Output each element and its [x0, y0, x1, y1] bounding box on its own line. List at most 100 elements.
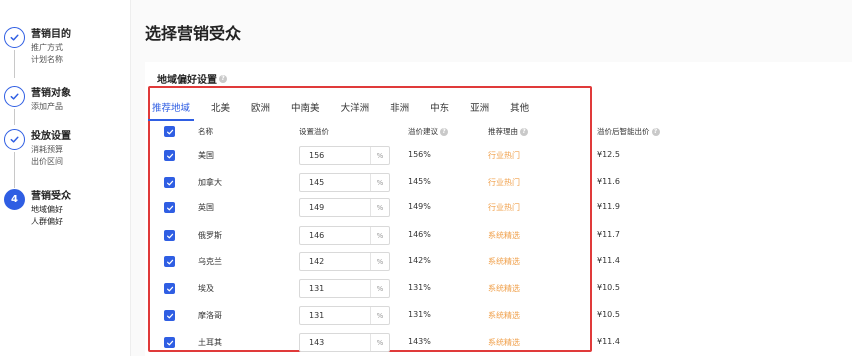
step-sub: 地域偏好 — [31, 205, 63, 214]
step-3[interactable]: 投放设置 消耗预算 出价区间 — [4, 129, 71, 168]
premium-value: 131 — [309, 284, 325, 293]
reason-text: 系统精选 — [488, 284, 520, 293]
step-sub: 计划名称 — [31, 55, 63, 64]
tab-0[interactable]: 推荐地域 — [147, 100, 195, 121]
step-4[interactable]: 4 营销受众 地域偏好 人群偏好 — [4, 189, 71, 228]
suggest-value: 142% — [408, 256, 431, 265]
percent-unit: % — [370, 334, 389, 351]
premium-value: 149 — [309, 203, 325, 212]
row-checkbox[interactable] — [164, 230, 175, 241]
header-suggest: 溢价建议? — [408, 126, 448, 137]
tab-8[interactable]: 其他 — [510, 100, 529, 121]
premium-input[interactable]: 143% — [299, 333, 390, 352]
tab-6[interactable]: 中东 — [430, 100, 449, 121]
suggest-value: 149% — [408, 202, 431, 211]
header-price: 溢价后智能出价? — [597, 126, 660, 137]
header-reason-text: 推荐理由 — [488, 127, 518, 136]
step-sub: 添加产品 — [31, 102, 63, 111]
suggest-value: 145% — [408, 177, 431, 186]
percent-unit: % — [370, 147, 389, 164]
percent-unit: % — [370, 227, 389, 244]
tab-1[interactable]: 北美 — [211, 100, 230, 121]
section-title: 地域偏好设置 ? — [157, 71, 227, 86]
percent-unit: % — [370, 174, 389, 191]
premium-input[interactable]: 131% — [299, 279, 390, 298]
row-checkbox[interactable] — [164, 202, 175, 213]
reason-text: 行业热门 — [488, 203, 520, 212]
region-name: 美国 — [198, 151, 214, 160]
check-icon — [4, 86, 25, 107]
header-name: 名称 — [198, 127, 213, 136]
suggest-value: 146% — [408, 230, 431, 239]
tab-7[interactable]: 亚洲 — [470, 100, 489, 121]
check-icon — [4, 129, 25, 150]
header-suggest-text: 溢价建议 — [408, 127, 438, 136]
row-checkbox[interactable] — [164, 283, 175, 294]
premium-value: 145 — [309, 178, 325, 187]
region-name: 加拿大 — [198, 178, 222, 187]
tab-3[interactable]: 中南美 — [291, 100, 320, 121]
step-sidebar: 营销目的 推广方式 计划名称 营销对象 添加产品 投放设置 消耗预算 出价区间 … — [0, 0, 130, 356]
tab-4[interactable]: 大洋洲 — [341, 100, 370, 121]
reason-text: 行业热门 — [488, 178, 520, 187]
row-checkbox[interactable] — [164, 177, 175, 188]
smart-price: ¥11.9 — [597, 202, 620, 211]
reason-text: 系统精选 — [488, 231, 520, 240]
row-checkbox[interactable] — [164, 256, 175, 267]
premium-value: 156 — [309, 151, 325, 160]
smart-price: ¥11.4 — [597, 256, 620, 265]
premium-value: 146 — [309, 231, 325, 240]
row-checkbox[interactable] — [164, 150, 175, 161]
region-name: 乌克兰 — [198, 257, 222, 266]
region-name: 英国 — [198, 203, 214, 212]
percent-unit: % — [370, 280, 389, 297]
page-title: 选择营销受众 — [145, 24, 242, 43]
region-name: 埃及 — [198, 284, 214, 293]
reason-text: 行业热门 — [488, 151, 520, 160]
step-sub: 出价区间 — [31, 157, 63, 166]
step-2[interactable]: 营销对象 添加产品 — [4, 86, 71, 113]
row-checkbox[interactable] — [164, 337, 175, 348]
step-sub: 消耗预算 — [31, 145, 63, 154]
help-icon[interactable]: ? — [651, 127, 660, 136]
suggest-value: 131% — [408, 283, 431, 292]
smart-price: ¥10.5 — [597, 283, 620, 292]
region-name: 俄罗斯 — [198, 231, 222, 240]
header-premium: 设置溢价 — [299, 127, 329, 136]
region-name: 摩洛哥 — [198, 311, 222, 320]
check-icon — [4, 27, 25, 48]
smart-price: ¥11.7 — [597, 230, 620, 239]
row-checkbox[interactable] — [164, 310, 175, 321]
help-icon[interactable]: ? — [440, 127, 448, 136]
premium-input[interactable]: 145% — [299, 173, 390, 192]
header-reason: 推荐理由? — [488, 126, 528, 137]
premium-input[interactable]: 149% — [299, 198, 390, 217]
step-sub: 推广方式 — [31, 43, 63, 52]
step-1[interactable]: 营销目的 推广方式 计划名称 — [4, 27, 71, 66]
tab-2[interactable]: 欧洲 — [251, 100, 270, 121]
help-icon[interactable]: ? — [219, 74, 227, 83]
premium-input[interactable]: 142% — [299, 252, 390, 271]
smart-price: ¥10.5 — [597, 310, 620, 319]
smart-price: ¥11.4 — [597, 337, 620, 346]
step-sub: 人群偏好 — [31, 217, 63, 226]
reason-text: 系统精选 — [488, 311, 520, 320]
suggest-value: 156% — [408, 150, 431, 159]
select-all-checkbox[interactable] — [164, 126, 175, 137]
step-title: 营销目的 — [31, 29, 71, 40]
percent-unit: % — [370, 307, 389, 324]
step-number: 4 — [4, 189, 25, 210]
reason-text: 系统精选 — [488, 338, 520, 347]
tab-5[interactable]: 非洲 — [390, 100, 409, 121]
suggest-value: 143% — [408, 337, 431, 346]
premium-input[interactable]: 156% — [299, 146, 390, 165]
premium-value: 143 — [309, 338, 325, 347]
step-title: 投放设置 — [31, 131, 71, 142]
premium-input[interactable]: 146% — [299, 226, 390, 245]
premium-value: 131 — [309, 311, 325, 320]
help-icon[interactable]: ? — [520, 127, 528, 136]
header-price-text: 溢价后智能出价 — [597, 127, 650, 136]
section-title-text: 地域偏好设置 — [157, 75, 217, 86]
step-title: 营销受众 — [31, 191, 71, 202]
premium-input[interactable]: 131% — [299, 306, 390, 325]
